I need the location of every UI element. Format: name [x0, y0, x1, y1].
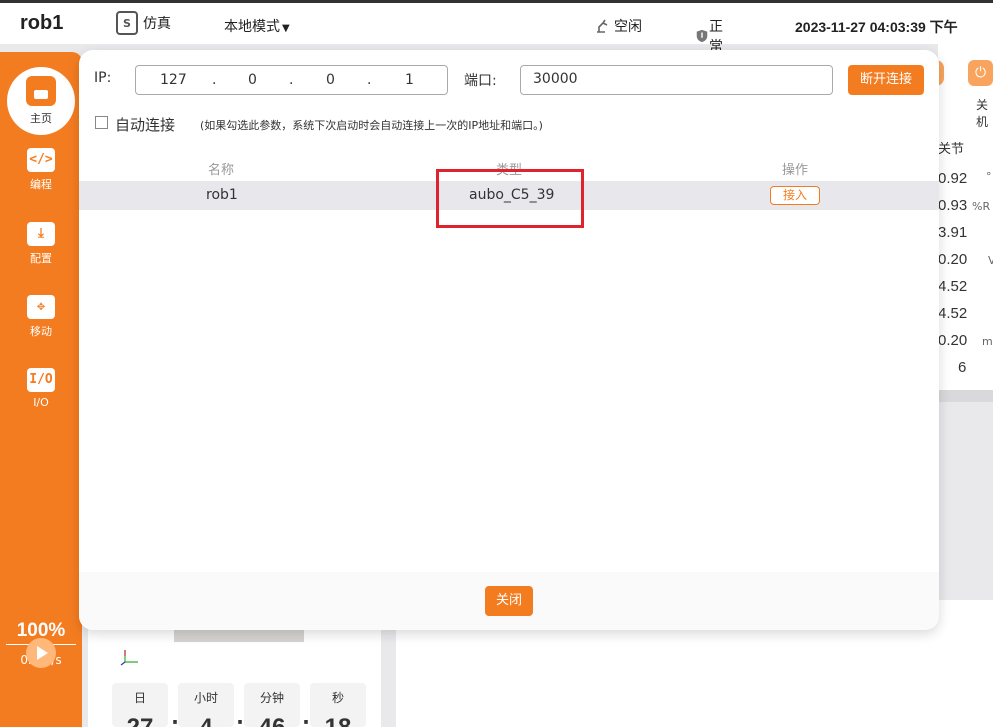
ip-label: IP: [94, 70, 112, 86]
robot-model-base [174, 630, 304, 642]
ip-dot: . [289, 72, 294, 88]
timer-day-label: 日 [133, 691, 146, 705]
move-arrows-icon: ✥ [27, 295, 55, 319]
timer-minute-value: 46 [244, 714, 300, 727]
axis-icon [120, 650, 138, 666]
joint-unit: V [988, 254, 993, 267]
simulation-label: 仿真 [143, 16, 171, 32]
close-button[interactable]: 关闭 [485, 586, 533, 616]
joint-unit: m [982, 335, 993, 348]
sidebar-item-move[interactable]: ✥ 移动 [0, 295, 82, 339]
timer-second-value: 18 [310, 714, 366, 727]
io-icon: I/O [27, 368, 55, 392]
play-button[interactable] [26, 638, 56, 668]
datetime: 2023-11-27 04:03:39 下午 [795, 19, 958, 35]
column-header-name: 名称 [208, 163, 235, 178]
ip-segment-1[interactable]: 127 [160, 72, 187, 88]
timer-hour-value: 4 [178, 714, 234, 727]
ip-segment-3[interactable]: 0 [326, 72, 335, 88]
divider [938, 390, 993, 402]
sidebar-item-label: I/O [33, 396, 49, 409]
simulation-toggle[interactable]: S 仿真 [116, 11, 171, 35]
auto-connect-checkbox[interactable] [95, 116, 108, 129]
joint-value: 3.91 [938, 224, 968, 241]
robot-name-cell: rob1 [206, 187, 238, 203]
power-icon[interactable]: ⏻ [968, 60, 993, 86]
joint-header: 关节 [938, 142, 965, 157]
connection-dialog: IP: 127 . 0 . 0 . 1 端口: 30000 断开连接 自动连接 … [79, 50, 939, 630]
timer-second: 秒 18 [310, 683, 366, 727]
joint-value: 4.52 [938, 305, 968, 322]
port-label: 端口: [464, 73, 497, 89]
auto-connect-note: (如果勾选此参数，系统下次启动时会自动连接上一次的IP地址和端口。) [200, 119, 543, 132]
sidebar-item-label: 主页 [30, 112, 52, 125]
joint-value: 0.92 [938, 170, 968, 187]
mode-label: 本地模式 [224, 19, 280, 35]
ip-segment-2[interactable]: 0 [248, 72, 257, 88]
highlight-annotation [436, 169, 584, 228]
timer-minute-label: 分钟 [259, 691, 284, 705]
robot-state-label: 空闲 [614, 19, 642, 35]
timer-day: 日 27 [112, 683, 168, 727]
auto-connect-label[interactable]: 自动连接 [115, 114, 175, 135]
disconnect-button[interactable]: 断开连接 [848, 65, 924, 95]
sidebar: 主页 </> 编程 ⤓ 配置 ✥ 移动 I/O I/O 100% 0mm/s [0, 52, 82, 727]
sidebar-item-program[interactable]: </> 编程 [0, 148, 82, 192]
sidebar-item-label: 配置 [30, 252, 52, 265]
joint-unit: %R [972, 200, 991, 213]
caret-down-icon: ▼ [282, 23, 290, 34]
simulation-icon: S [116, 11, 138, 35]
ip-dot: . [212, 72, 217, 88]
ip-segment-4[interactable]: 1 [405, 72, 414, 88]
joint-value: 0.20 [938, 251, 968, 268]
joint-value: 0.93 [938, 197, 968, 214]
timer-day-value: 27 [112, 714, 168, 727]
robot-name: rob1 [20, 12, 64, 34]
timer-hour: 小时 4 [178, 683, 234, 727]
timer-separator: : [236, 712, 244, 727]
mode-dropdown[interactable]: 本地模式 ▼ [224, 16, 290, 36]
power-label: 关机 [976, 98, 989, 129]
sidebar-item-home[interactable]: 主页 [7, 67, 75, 135]
joint-unit: ° [986, 170, 992, 183]
joint-value: 0.20 [938, 332, 968, 349]
timer-separator: : [302, 712, 310, 727]
timer-minute: 分钟 46 [244, 683, 300, 727]
robot-arm-icon [597, 19, 608, 33]
ip-address-field[interactable]: 127 . 0 . 0 . 1 [135, 65, 448, 95]
ip-dot: . [367, 72, 372, 88]
sidebar-item-config[interactable]: ⤓ 配置 [0, 222, 82, 266]
joint-value: 4.52 [938, 278, 968, 295]
sidebar-item-label: 编程 [30, 178, 52, 191]
column-header-action: 操作 [782, 163, 809, 178]
code-icon: </> [27, 148, 55, 172]
joint-value: 6 [958, 359, 967, 376]
timer-hour-label: 小时 [193, 691, 218, 705]
shield-icon [696, 29, 708, 43]
home-icon [26, 76, 56, 106]
port-field[interactable]: 30000 [520, 65, 833, 95]
sidebar-item-label: 移动 [30, 325, 52, 338]
top-bar: rob1 S 仿真 本地模式 ▼ 空闲 正常 2023-11-27 04:03:3… [0, 0, 993, 55]
robot-state: 空闲 [595, 16, 642, 36]
sidebar-item-io[interactable]: I/O I/O [0, 368, 82, 409]
download-book-icon: ⤓ [27, 222, 55, 246]
connect-button[interactable]: 接入 [770, 186, 820, 205]
timer-second-label: 秒 [331, 691, 344, 705]
